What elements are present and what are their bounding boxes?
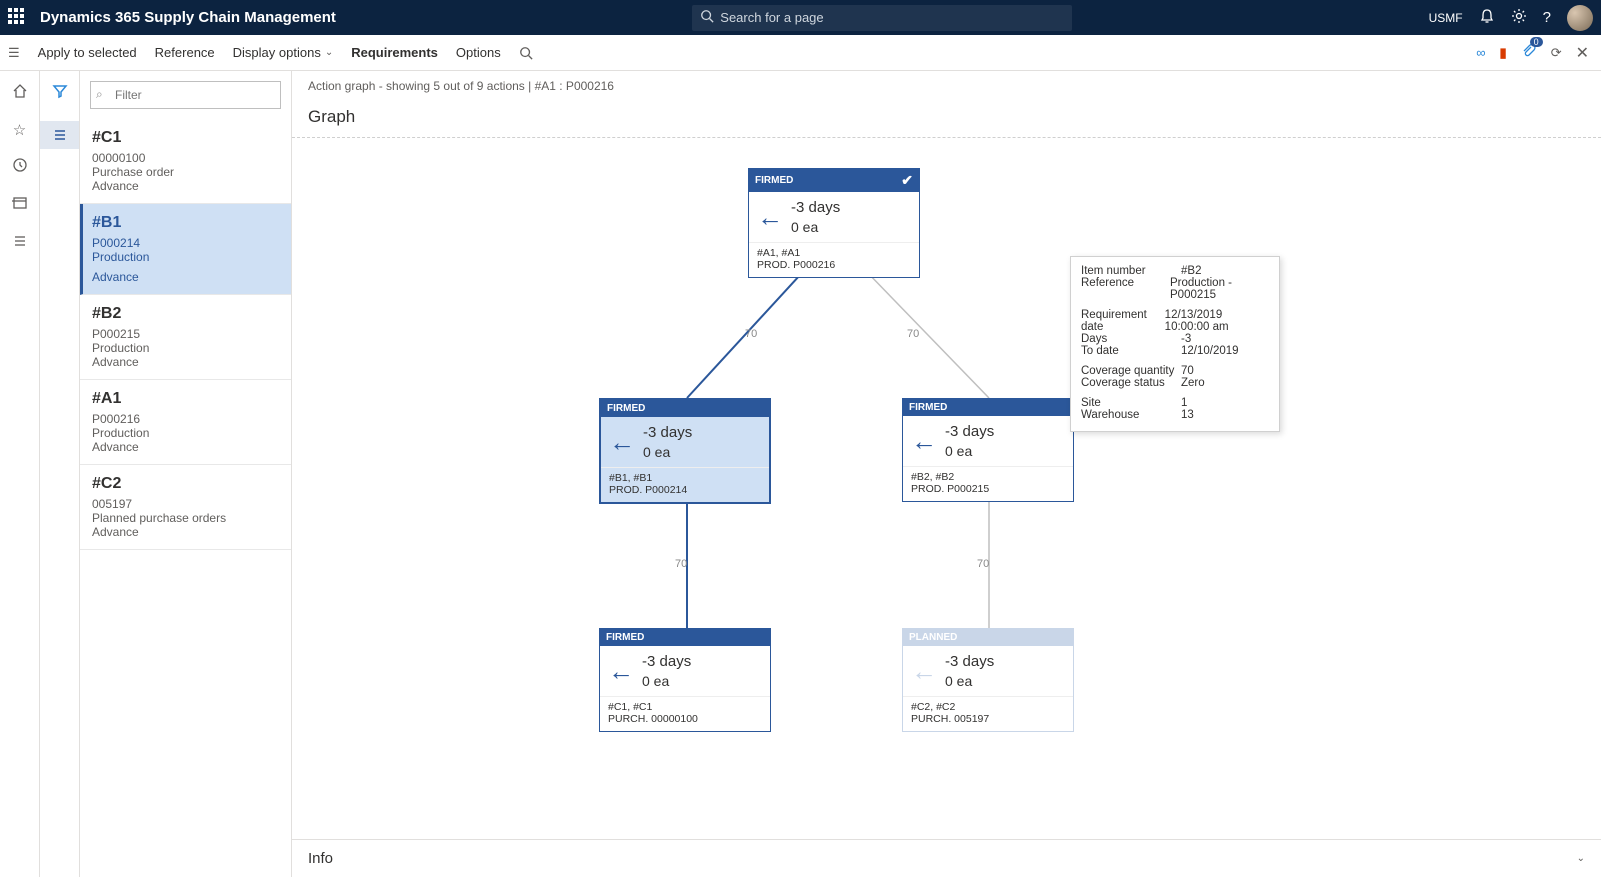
main-content: Action graph - showing 5 out of 9 action… — [292, 71, 1601, 877]
app-launcher-icon[interactable] — [8, 8, 28, 28]
list-item[interactable]: #B1 P000214Production Advance — [80, 204, 291, 295]
list-item-number: P000214 — [92, 236, 279, 250]
edge-label: 70 — [675, 558, 687, 570]
modules-icon[interactable] — [12, 233, 28, 253]
edge-label: 70 — [745, 328, 757, 340]
left-rail: ☆ — [0, 71, 40, 877]
office-icon[interactable]: ▮ — [1500, 45, 1507, 61]
list-item-number: P000215 — [92, 327, 279, 341]
list-view-rail — [40, 71, 80, 877]
list-item-id: #C2 — [92, 475, 279, 493]
search-icon — [700, 9, 714, 26]
global-nav-bar: Dynamics 365 Supply Chain Management Sea… — [0, 0, 1601, 35]
cmd-apply-to-selected[interactable]: Apply to selected — [38, 45, 137, 60]
list-item[interactable]: #C2 005197Planned purchase ordersAdvance — [80, 465, 291, 550]
arrow-left-icon: ← — [911, 658, 937, 684]
list-item-id: #B2 — [92, 305, 279, 323]
arrow-left-icon: ← — [609, 429, 635, 455]
list-item-action: Advance — [92, 179, 279, 193]
graph-node[interactable]: FIRMED ←-3 days0 ea #C1, #C1PURCH. 00000… — [599, 628, 771, 732]
graph-node[interactable]: FIRMED✔ ←-3 days0 ea #A1, #A1PROD. P0002… — [748, 168, 920, 278]
list-pane: ⌕ #C100000100Purchase orderAdvance#B1P00… — [80, 71, 292, 877]
info-section-header[interactable]: Info ⌄ — [292, 839, 1601, 877]
list-item-type: Production — [92, 250, 279, 264]
graph-canvas[interactable]: 70 70 70 70 FIRMED✔ ←-3 days0 ea #A1, #A… — [292, 138, 1601, 825]
list-item-id: #B1 — [92, 214, 279, 232]
check-icon: ✔ — [901, 172, 913, 189]
home-icon[interactable] — [12, 83, 28, 103]
cmd-find[interactable] — [519, 46, 533, 60]
arrow-left-icon: ← — [757, 204, 783, 230]
edge-label: 70 — [977, 558, 989, 570]
cmd-display-options[interactable]: Display options⌄ — [233, 45, 334, 60]
list-item-type: Purchase order — [92, 165, 279, 179]
recent-icon[interactable] — [12, 157, 28, 177]
close-icon[interactable]: ✕ — [1576, 43, 1589, 63]
edge-label: 70 — [907, 328, 919, 340]
refresh-icon[interactable]: ⟳ — [1551, 45, 1562, 61]
node-tooltip: Item number#B2 ReferenceProduction - P00… — [1070, 256, 1280, 432]
hamburger-icon[interactable]: ☰ — [8, 45, 20, 61]
cmd-reference[interactable]: Reference — [155, 45, 215, 60]
graph-node[interactable]: FIRMED ←-3 days0 ea #B2, #B2PROD. P00021… — [902, 398, 1074, 502]
horizontal-scrollbar[interactable] — [292, 825, 1601, 839]
settings-icon[interactable] — [1511, 8, 1527, 27]
cmd-options[interactable]: Options — [456, 45, 501, 60]
graph-node[interactable]: FIRMED ←-3 days0 ea #B1, #B1PROD. P00021… — [599, 398, 771, 504]
favorites-icon[interactable]: ☆ — [13, 121, 26, 139]
search-placeholder: Search for a page — [720, 10, 823, 25]
legal-entity[interactable]: USMF — [1429, 11, 1463, 25]
attachments-icon[interactable] — [1521, 43, 1537, 62]
user-avatar[interactable] — [1567, 5, 1593, 31]
list-item-action: Advance — [92, 525, 279, 539]
list-item-type: Production — [92, 341, 279, 355]
global-search[interactable]: Search for a page — [692, 5, 1072, 31]
list-view-icon[interactable] — [40, 121, 79, 149]
app-title: Dynamics 365 Supply Chain Management — [40, 9, 336, 26]
arrow-left-icon: ← — [911, 428, 937, 454]
graph-node[interactable]: PLANNED ←-3 days0 ea #C2, #C2PURCH. 0051… — [902, 628, 1074, 732]
list-filter-input[interactable] — [90, 81, 281, 109]
workspaces-icon[interactable] — [12, 195, 28, 215]
list-item-id: #A1 — [92, 390, 279, 408]
list-item-action: Advance — [92, 270, 279, 284]
chevron-down-icon: ⌄ — [325, 47, 333, 58]
notifications-icon[interactable] — [1479, 8, 1495, 27]
command-bar: ☰ Apply to selected Reference Display op… — [0, 35, 1601, 71]
list-item-id: #C1 — [92, 129, 279, 147]
list-item[interactable]: #B2 P000215ProductionAdvance — [80, 295, 291, 380]
list-item-action: Advance — [92, 355, 279, 369]
list-item[interactable]: #C1 00000100Purchase orderAdvance — [80, 119, 291, 204]
list-item-number: P000216 — [92, 412, 279, 426]
list-item-action: Advance — [92, 440, 279, 454]
link-icon[interactable]: ∞ — [1476, 45, 1485, 60]
filter-icon[interactable] — [52, 83, 68, 103]
list-item-number: 005197 — [92, 497, 279, 511]
cmd-requirements[interactable]: Requirements — [351, 45, 438, 60]
chevron-down-icon: ⌄ — [1577, 853, 1585, 864]
help-icon[interactable]: ? — [1543, 9, 1551, 26]
section-title-graph: Graph — [292, 101, 1601, 138]
list-item[interactable]: #A1 P000216ProductionAdvance — [80, 380, 291, 465]
list-item-type: Production — [92, 426, 279, 440]
search-icon: ⌕ — [96, 87, 103, 102]
list-item-number: 00000100 — [92, 151, 279, 165]
list-item-type: Planned purchase orders — [92, 511, 279, 525]
breadcrumb: Action graph - showing 5 out of 9 action… — [292, 71, 1601, 101]
arrow-left-icon: ← — [608, 658, 634, 684]
